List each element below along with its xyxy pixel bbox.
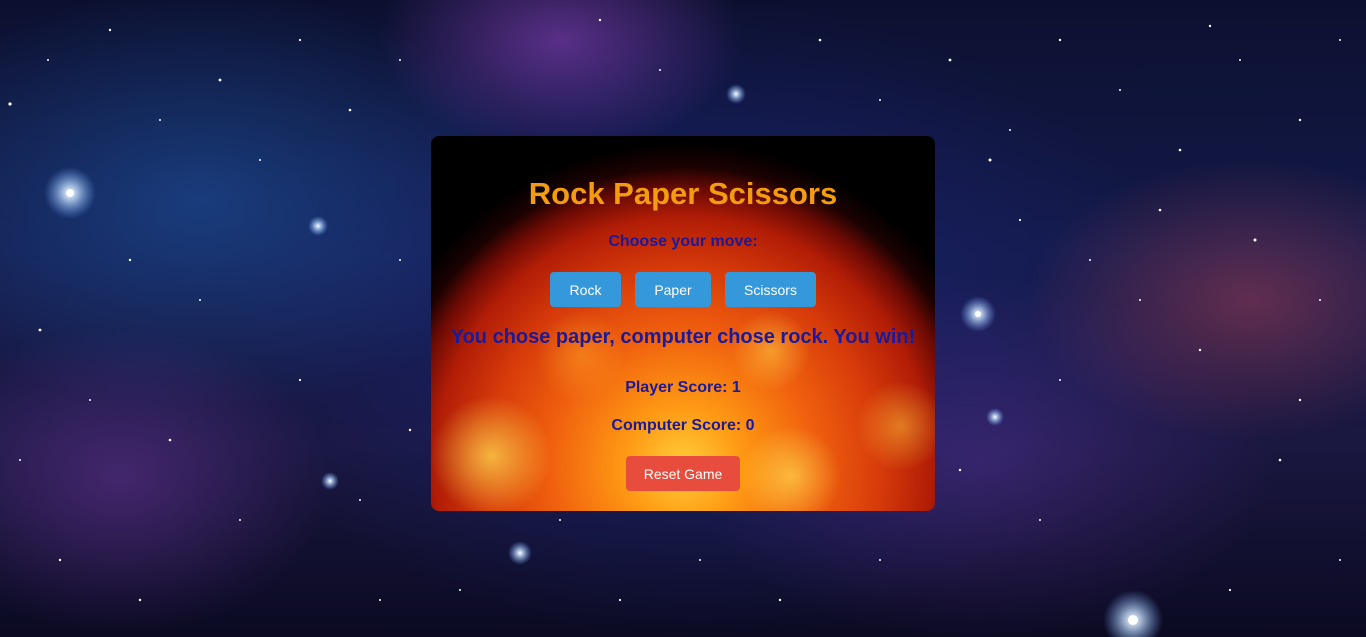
computer-score: Computer Score: 0 [611,417,755,434]
game-title: Rock Paper Scissors [528,176,838,211]
rock-button[interactable]: Rock [550,272,621,307]
round-result: You chose paper, computer chose rock. Yo… [450,326,916,348]
choose-move-prompt: Choose your move: [608,233,758,250]
game-panel: Rock Paper Scissors Choose your move: Ro… [431,136,935,511]
paper-button[interactable]: Paper [635,272,711,307]
player-score: Player Score: 1 [625,379,741,396]
scissors-button[interactable]: Scissors [725,272,816,307]
reset-game-button[interactable]: Reset Game [626,456,740,491]
